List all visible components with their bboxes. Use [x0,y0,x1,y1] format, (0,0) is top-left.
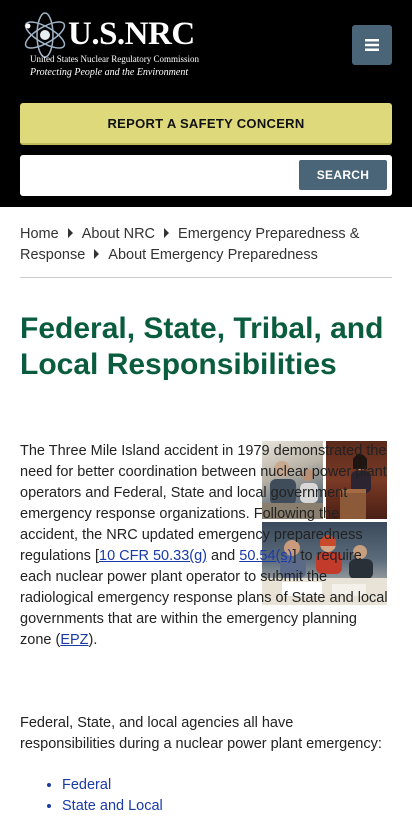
site-header: U.S.NRC United States Nuclear Regulatory… [0,0,412,207]
nrc-logo[interactable]: U.S.NRC United States Nuclear Regulatory… [20,12,210,82]
link-federal[interactable]: Federal [62,777,111,793]
intro-paragraph: The Three Mile Island accident in 1979 d… [20,441,392,651]
link-epz[interactable]: EPZ [60,632,88,648]
breadcrumb-about-nrc[interactable]: About NRC [82,226,155,242]
divider [20,277,392,278]
breadcrumb-current[interactable]: About Emergency Preparedness [108,247,318,263]
page-title: Federal, State, Tribal, and Local Respon… [20,312,384,381]
list-item-federal[interactable]: Federal [62,775,163,796]
chevron-right-icon [67,228,73,238]
logo-wordmark: U.S.NRC [68,16,195,52]
logo-subtitle: United States Nuclear Regulatory Commiss… [30,54,199,64]
link-10-cfr-50-33g[interactable]: 10 CFR 50.33(g) [99,548,207,564]
report-safety-concern-button[interactable]: REPORT A SAFETY CONCERN [20,103,392,145]
breadcrumb: Home About NRC Emergency Preparedness & Re… [20,224,392,266]
search-input[interactable] [26,160,300,192]
list-item-state-local[interactable]: State and Local [62,796,163,817]
search-button[interactable]: SEARCH [299,160,387,190]
intro-text: The Three Mile Island accident in 1979 d… [20,443,387,564]
search-bar: SEARCH [20,155,392,196]
breadcrumb-home[interactable]: Home [20,226,59,242]
link-50-54s[interactable]: 50.54(s) [239,548,292,564]
logo-tagline: Protecting People and the Environment [30,67,189,78]
intro-text: ). [88,632,98,648]
menu-button[interactable] [352,25,392,65]
atom-icon [24,12,66,58]
chevron-right-icon [94,249,100,259]
hamburger-icon [365,39,379,51]
agency-list: Federal State and Local [42,775,163,817]
intro-text: and [207,548,240,564]
responsibilities-paragraph: Federal, State, and local agencies all h… [20,715,382,752]
chevron-right-icon [164,228,170,238]
link-state-local[interactable]: State and Local [62,798,163,814]
